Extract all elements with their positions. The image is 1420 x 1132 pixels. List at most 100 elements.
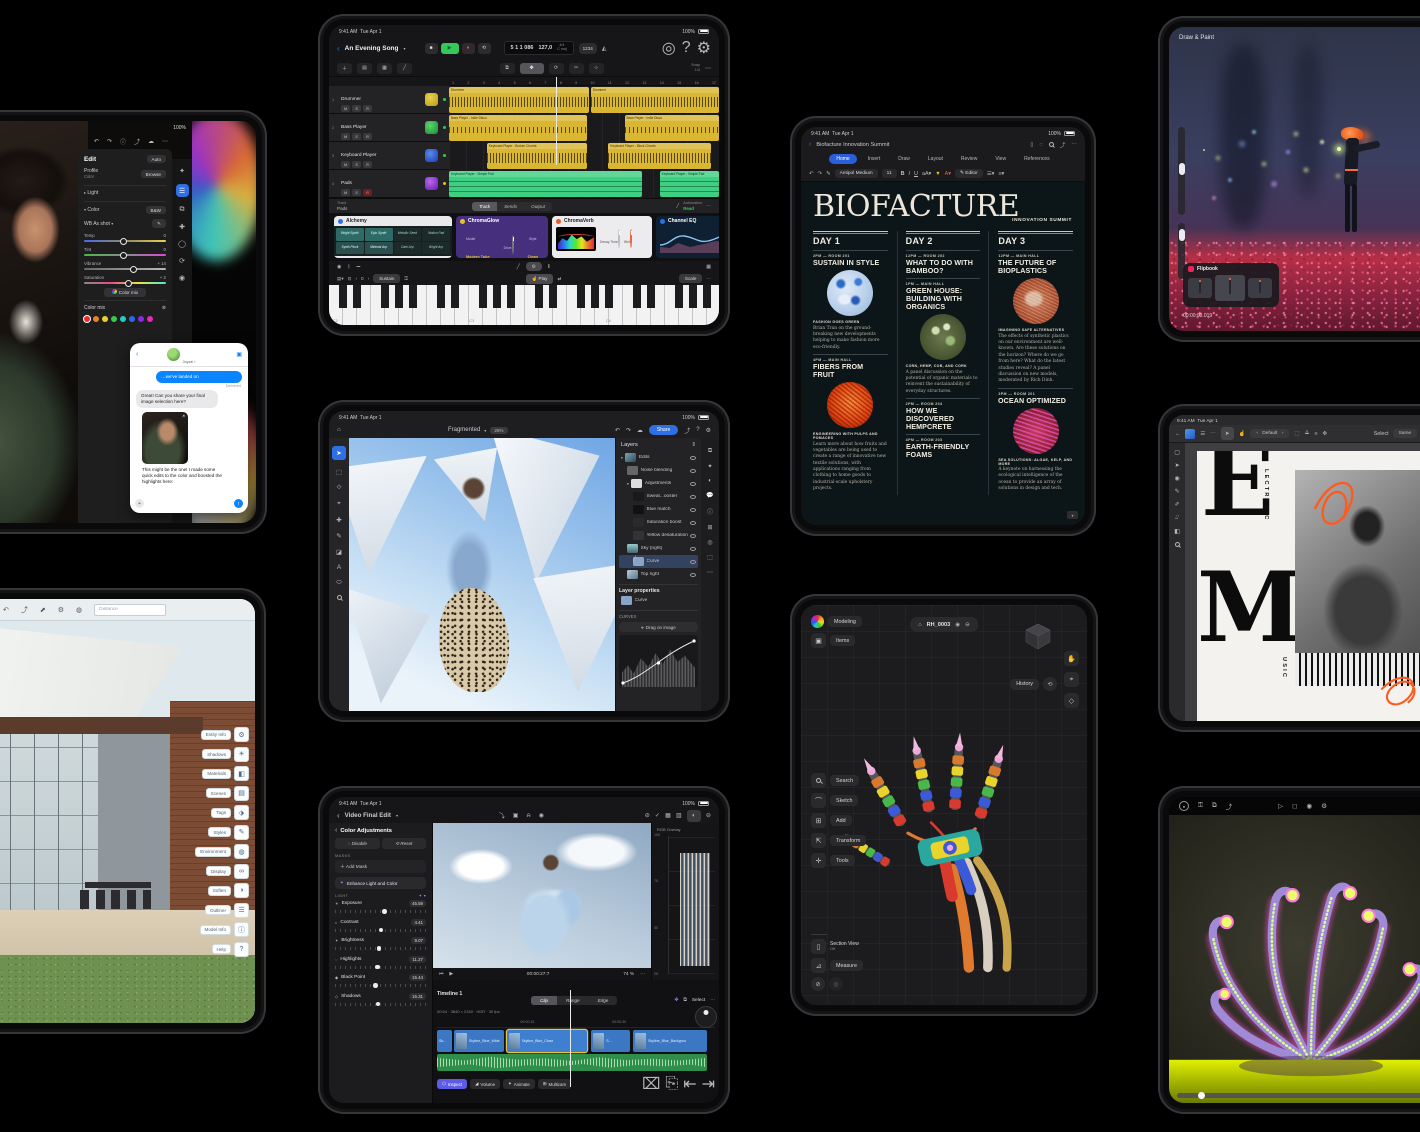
vibrance-slider[interactable]: Vibrance+ 14 (84, 261, 166, 270)
arrange-icon[interactable]: ✥ (1322, 431, 1327, 437)
eyedropper-icon[interactable]: ✎ (152, 219, 166, 228)
stop-button[interactable]: ■ (425, 43, 438, 54)
layer-row[interactable]: Noise blending (619, 464, 698, 477)
sketch-tool[interactable]: ⌒Sketch (811, 793, 866, 808)
undo-icon[interactable]: ↶ (809, 171, 814, 177)
metronome-icon[interactable]: ◭ (602, 45, 607, 52)
more-icon[interactable]: ⋯ (1210, 431, 1215, 437)
temp-slider[interactable]: Temp0 (84, 233, 166, 242)
send-button[interactable]: ↑ (234, 499, 243, 508)
exposure-slider[interactable]: ☀Exposure45.59 (335, 900, 426, 914)
zoom-tool[interactable] (1175, 542, 1180, 547)
more-icon[interactable]: ⋯ (707, 569, 713, 576)
viewer-zoom[interactable]: 74 % (623, 972, 634, 977)
piano-keyboard[interactable]: C2 C3 C4 (329, 285, 719, 325)
font-name-select[interactable]: Antipol Medium (835, 169, 878, 178)
layer-row[interactable]: Yellow desaturation (619, 529, 698, 542)
plug-icon[interactable]: ⎓ (356, 264, 360, 270)
octave-down-icon[interactable]: ‹ (356, 276, 358, 281)
open-icon[interactable]: ⬈ (40, 606, 46, 614)
menu-icon[interactable]: ☰ (1200, 431, 1205, 437)
scale-button[interactable]: Scale (679, 274, 703, 283)
more-icon[interactable]: ⋯ (706, 276, 711, 282)
playhead[interactable] (556, 77, 557, 165)
format-painter-icon[interactable]: ✎ (826, 171, 831, 177)
project-title[interactable]: An Evening Song (345, 45, 399, 52)
record-enable-button[interactable]: R (363, 105, 372, 112)
play-surface-button[interactable]: ☝ Play (526, 274, 554, 284)
robotic-hand-model[interactable] (845, 645, 1055, 975)
move-tool[interactable]: ➤ (1175, 463, 1180, 469)
items-icon[interactable]: ▣ (811, 633, 826, 648)
masking-icon[interactable]: ◯ (178, 240, 186, 248)
canvas-area[interactable]: E M LECTRONIC USIC (1185, 443, 1420, 721)
record-kbd-icon[interactable]: ◉ (337, 264, 341, 270)
lock-icon[interactable]: ⚿ (404, 276, 408, 281)
connect-icon[interactable]: ✥ (674, 998, 678, 1003)
drag-on-image-button[interactable]: ⌖ Drag on image (619, 622, 698, 632)
decay-knob[interactable] (618, 229, 620, 248)
settings-icon[interactable]: ⚙ (58, 606, 64, 614)
brightness-slider[interactable]: ✦Brightness9.07 (335, 937, 426, 951)
layer-row[interactable]: ▾Adjustments (619, 477, 698, 490)
more-icon[interactable]: ⋯ (706, 203, 711, 209)
track-row[interactable]: 4PadsMSR (329, 170, 449, 198)
settings-icon[interactable]: ⚙ (697, 38, 711, 58)
disable-button[interactable]: ◌ Disable (335, 838, 380, 849)
cycle-button[interactable]: ⟲ (478, 43, 491, 54)
select-brush-tool[interactable]: ⌖ (337, 500, 341, 508)
eraser-tool[interactable]: ◪ (336, 548, 342, 556)
library-icon[interactable]: ▤ (357, 63, 372, 74)
preset-select[interactable]: ‹ Default › (1250, 429, 1289, 438)
chromaverb-plugin[interactable]: ChromaVerb Decay Time Wet (552, 216, 652, 258)
jog-wheel[interactable] (695, 1006, 717, 1028)
more-icon[interactable]: ⋯ (162, 137, 168, 146)
tab-layout[interactable]: Layout (921, 154, 950, 164)
select-label[interactable]: Select (1374, 431, 1389, 437)
import-icon[interactable]: ⤵ (499, 811, 505, 820)
compose-text[interactable]: This might be the one! I made some quick… (142, 467, 226, 486)
facetime-icon[interactable]: ▣ (236, 351, 242, 358)
faders-mode-icon[interactable]: ⦀ (548, 264, 550, 270)
export-icon[interactable]: ⤴ (1226, 801, 1233, 811)
items-button[interactable]: Items (830, 635, 855, 646)
trim-left-icon[interactable]: ⇤ (683, 1074, 696, 1094)
notifications-icon[interactable]: ◍ (76, 606, 82, 614)
disable-icon[interactable]: ⊘ (645, 812, 650, 819)
export-icon[interactable]: ⤴ (684, 426, 690, 435)
back-icon[interactable]: ‹ (337, 44, 340, 53)
layer-row[interactable]: ▾Edits (619, 451, 698, 464)
glue-icon[interactable]: ⊹ (589, 63, 604, 74)
audio-track[interactable] (437, 1054, 707, 1071)
count-in-button[interactable]: 1234 (579, 43, 597, 54)
document-title[interactable]: Biofacture Innovation Summit (816, 142, 889, 148)
back-icon[interactable]: ‹ (136, 351, 138, 358)
lightbulb-icon[interactable]: ◌ (1039, 142, 1042, 148)
layer-row[interactable]: Saturation boost (619, 516, 698, 529)
octave-up-icon[interactable]: › (368, 276, 370, 281)
text-style-button[interactable]: aA▾ (922, 171, 931, 177)
search-tool[interactable]: Search (811, 773, 866, 788)
layer-row[interactable]: Blue match (619, 503, 698, 516)
timeline-playhead[interactable] (570, 990, 571, 1087)
crop-icon[interactable]: ⧉ (180, 206, 185, 214)
modeling-button[interactable]: Modeling (828, 616, 862, 627)
same-button[interactable]: Same (1393, 429, 1418, 438)
color-icon[interactable]: ◐ (687, 810, 701, 822)
undo-icon[interactable]: ↶ (615, 427, 620, 434)
editor-icon[interactable]: ╱ (397, 63, 412, 74)
history-control[interactable]: History⟲ (1010, 677, 1057, 691)
alchemy-plugin[interactable]: Alchemy Bright SynthEpic SynthMetallic S… (334, 216, 452, 258)
stop-icon[interactable]: ◻ (1292, 802, 1297, 810)
tint-slider[interactable]: Tint0 (84, 247, 166, 256)
color-wheel-icon[interactable] (811, 615, 824, 628)
edit-icon[interactable]: ☰ (176, 184, 189, 197)
glissando-icon[interactable]: ⇄ (557, 276, 561, 282)
minimize-icon[interactable]: ⊖ (706, 812, 711, 819)
solo-button[interactable]: S (352, 161, 361, 168)
highlights-slider[interactable]: ◌Highlights11.27 (335, 956, 426, 970)
styles-button[interactable]: Styles✎ (195, 825, 249, 840)
overwrite-icon[interactable]: ⧉ (683, 997, 686, 1003)
layer-row[interactable]: Top right (619, 568, 698, 581)
frame-thumbnail[interactable] (1188, 278, 1212, 298)
